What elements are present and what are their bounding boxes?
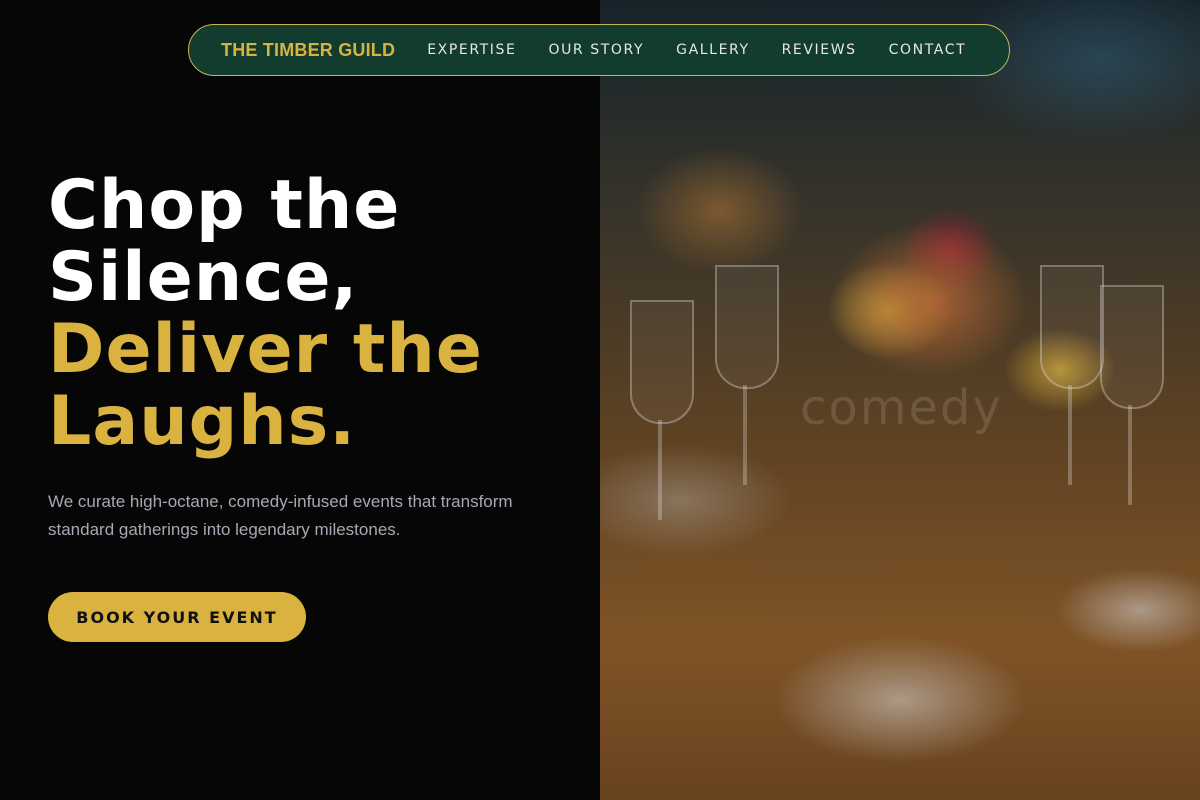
headline-line-4: Laughs. (48, 382, 357, 461)
image-watermark: comedy (800, 380, 1003, 436)
glass-stem (1068, 385, 1072, 485)
wine-glass-icon (1100, 285, 1164, 409)
wine-glass-icon (1040, 265, 1104, 389)
glass-stem (658, 420, 662, 520)
headline-line-2: Silence, (48, 238, 359, 317)
nav-link-reviews[interactable]: REVIEWS (782, 42, 857, 58)
brand-logo[interactable]: THE TIMBER GUILD (221, 40, 395, 61)
wine-glass-icon (630, 300, 694, 424)
nav-link-gallery[interactable]: GALLERY (676, 42, 749, 58)
nav-link-contact[interactable]: CONTACT (889, 42, 967, 58)
top-navbar: THE TIMBER GUILD EXPERTISE OUR STORY GAL… (188, 24, 1010, 76)
book-your-event-button[interactable]: BOOK YOUR EVENT (48, 592, 306, 642)
hero-subtext: We curate high-octane, comedy-infused ev… (48, 492, 513, 539)
nav-link-our-story[interactable]: OUR STORY (548, 42, 644, 58)
glass-stem (743, 385, 747, 485)
hero-section: Chop the Silence, Deliver the Laughs. We… (48, 170, 568, 544)
headline-line-1: Chop the (48, 166, 401, 245)
headline-line-3: Deliver the (48, 310, 483, 389)
nav-link-expertise[interactable]: EXPERTISE (427, 42, 516, 58)
glass-stem (1128, 405, 1132, 505)
wine-glass-icon (715, 265, 779, 389)
hero-banquet-image: comedy (600, 0, 1200, 800)
hero-headline: Chop the Silence, Deliver the Laughs. (48, 170, 568, 458)
